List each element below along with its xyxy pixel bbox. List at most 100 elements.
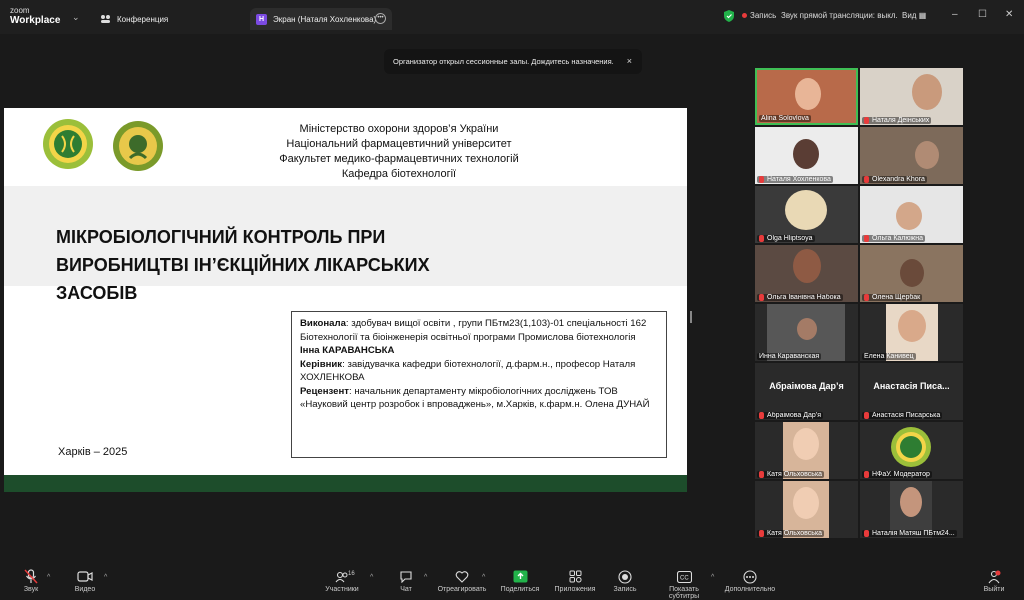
participant-tile[interactable]: Наталія Матяш ПБтм24... bbox=[860, 481, 963, 538]
participant-face bbox=[900, 259, 924, 287]
captions-options-icon[interactable]: ^ bbox=[711, 574, 714, 581]
react-button[interactable]: Отреагировать bbox=[432, 569, 492, 593]
name-text: НФаУ. Модератор bbox=[872, 471, 930, 478]
share-screen-icon bbox=[490, 569, 550, 584]
record-label: Запись bbox=[613, 586, 637, 593]
audio-options-icon[interactable]: ^ bbox=[47, 574, 50, 581]
chat-button[interactable]: Чат bbox=[376, 569, 436, 593]
participant-face bbox=[785, 190, 827, 230]
minimize-icon[interactable]: – bbox=[952, 9, 958, 20]
participant-tile[interactable]: Alina Solovlova bbox=[755, 68, 858, 125]
mic-muted-icon bbox=[759, 471, 764, 478]
participants-count: 16 bbox=[348, 571, 355, 577]
participant-tile[interactable]: НФаУ. Модератор bbox=[860, 422, 963, 479]
chat-options-icon[interactable]: ^ bbox=[424, 574, 427, 581]
view-button[interactable]: Вид ▦ bbox=[902, 11, 926, 20]
mic-muted-icon bbox=[864, 412, 869, 419]
view-label: Вид bbox=[902, 11, 917, 20]
participant-display-name: Анастасія Писа... bbox=[873, 381, 950, 391]
leave-button[interactable]: Выйти bbox=[964, 569, 1024, 593]
closed-captions-icon: CC bbox=[654, 569, 714, 584]
participant-tile[interactable]: Катя Ольховська bbox=[755, 422, 858, 479]
name-text: Alina Solovlova bbox=[761, 115, 809, 122]
screen-share-icon: Н bbox=[256, 13, 267, 25]
participant-name-tag: Наталя Хохленкова bbox=[757, 176, 833, 183]
name-text: Анастасія Писарська bbox=[872, 412, 941, 419]
participant-face bbox=[793, 428, 819, 460]
author-info-box: Виконала: здобувач вищої освіти , групи … bbox=[291, 311, 667, 458]
close-notification-icon[interactable]: × bbox=[627, 56, 632, 66]
ministry-line: Кафедра біотехнології bbox=[341, 168, 457, 180]
participant-face bbox=[898, 310, 926, 342]
tab-meeting[interactable]: Конференция bbox=[100, 8, 168, 30]
participant-name-tag: Катя Ольховська bbox=[757, 471, 825, 478]
participant-tile[interactable]: Olga Hliptsoya bbox=[755, 186, 858, 243]
name-text: Наталія Матяш ПБтм24... bbox=[872, 530, 955, 537]
more-icon[interactable]: ••• bbox=[375, 13, 386, 24]
participants-button[interactable]: 16 Участники bbox=[312, 569, 372, 593]
supervisor-label: Керівник bbox=[300, 358, 343, 370]
video-button[interactable]: Видео bbox=[55, 569, 115, 593]
participant-tile[interactable]: Ольга Іванівна Набока bbox=[755, 245, 858, 302]
mic-muted-icon bbox=[864, 294, 869, 301]
meeting-icon bbox=[100, 14, 111, 25]
share-screen-button[interactable]: Поделиться bbox=[490, 569, 550, 593]
shield-icon[interactable] bbox=[724, 10, 734, 22]
participant-tile[interactable]: Елена Канивец bbox=[860, 304, 963, 361]
supervisor-text: : завідувачка кафедри біотехнології, д.ф… bbox=[300, 358, 636, 384]
mic-muted-icon bbox=[759, 412, 764, 419]
title-line: ЗАСОБІВ bbox=[56, 283, 138, 303]
participants-label: Участники bbox=[325, 586, 359, 593]
participant-tile[interactable]: Анастасія Писа... Анастасія Писарська bbox=[860, 363, 963, 420]
participant-gallery: Alina Solovlova Наталя Деінських Наталя … bbox=[755, 68, 963, 538]
close-icon[interactable]: ✕ bbox=[1005, 9, 1013, 20]
notification-text: Организатор открыл сессионные залы. Дожд… bbox=[393, 57, 614, 66]
mic-muted-icon bbox=[864, 471, 869, 478]
name-text: Olexandra Khora bbox=[872, 176, 925, 183]
react-options-icon[interactable]: ^ bbox=[482, 574, 485, 581]
name-text: Олена Щербак bbox=[872, 294, 921, 301]
mic-muted-icon bbox=[1, 569, 61, 584]
participant-tile[interactable]: Ольга Калюжна bbox=[860, 186, 963, 243]
record-icon bbox=[595, 569, 655, 584]
participants-options-icon[interactable]: ^ bbox=[370, 574, 373, 581]
stream-status[interactable]: Звук прямой трансляции: выкл. bbox=[781, 11, 898, 20]
participant-face bbox=[915, 141, 939, 169]
mic-muted-icon bbox=[759, 294, 764, 301]
participant-tile[interactable]: Наталя Хохленкова bbox=[755, 127, 858, 184]
name-text: Елена Канивец bbox=[864, 353, 914, 360]
participant-tile[interactable]: Олена Щербак bbox=[860, 245, 963, 302]
participant-face bbox=[793, 249, 821, 283]
maximize-icon[interactable]: ☐ bbox=[978, 9, 987, 20]
participant-name-tag: Ольга Іванівна Набока bbox=[757, 294, 843, 301]
chevron-down-icon[interactable]: ⌄ bbox=[72, 12, 80, 23]
participant-tile[interactable]: Наталя Деінських bbox=[860, 68, 963, 125]
name-text: Наталя Хохленкова bbox=[767, 176, 831, 183]
participant-name-tag: Катя Ольховська bbox=[757, 530, 825, 537]
audio-button[interactable]: Звук bbox=[1, 569, 61, 593]
video-options-icon[interactable]: ^ bbox=[104, 574, 107, 581]
faculty-emblem-icon bbox=[113, 121, 163, 171]
recording-indicator[interactable]: Запись bbox=[742, 11, 776, 20]
performed-text: : здобувач вищої освіти , групи ПБтм23(1… bbox=[300, 318, 647, 343]
zoom-logo[interactable]: zoom Workplace bbox=[10, 6, 60, 26]
record-button[interactable]: Запись bbox=[595, 569, 655, 593]
participant-tile[interactable]: Абраімова Дар’я Абраімова Дар’я bbox=[755, 363, 858, 420]
meeting-toolbar: Звук ^ Видео ^ 16 Участники ^ Чат ^ Отре… bbox=[0, 564, 1024, 600]
more-button[interactable]: Дополнительно bbox=[720, 569, 780, 593]
mic-muted-icon bbox=[864, 530, 869, 537]
captions-button[interactable]: CC Показать субтитры bbox=[654, 569, 714, 600]
participant-name-tag: НФаУ. Модератор bbox=[862, 471, 932, 478]
name-text: Ольга Іванівна Набока bbox=[767, 294, 841, 301]
resize-handle[interactable] bbox=[690, 311, 692, 323]
tab-screen-share[interactable]: Н Экран (Наталя Хохленкова) ••• bbox=[250, 8, 392, 30]
chat-label: Чат bbox=[400, 586, 412, 593]
reviewer-label: Рецензент bbox=[300, 385, 349, 397]
participant-tile[interactable]: Инна Караванская bbox=[755, 304, 858, 361]
video-label: Видео bbox=[74, 586, 96, 593]
participant-face bbox=[797, 318, 817, 340]
participant-tile[interactable]: Olexandra Khora bbox=[860, 127, 963, 184]
participant-tile[interactable]: Катя Ольховська bbox=[755, 481, 858, 538]
ministry-line: Факультет медико-фармацевтичних технолог… bbox=[279, 153, 519, 165]
shared-screen-slide: Міністерство охорони здоров’я України На… bbox=[4, 108, 687, 492]
